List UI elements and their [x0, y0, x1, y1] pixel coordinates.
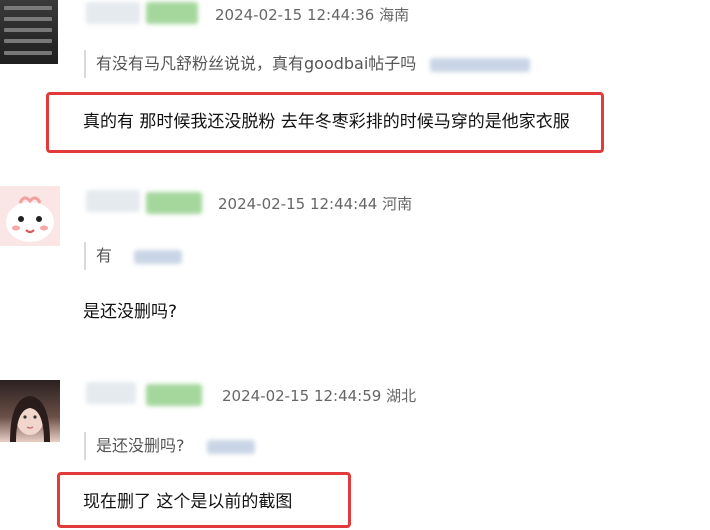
quoted-comment: 是还没删吗?	[84, 432, 255, 460]
user-badge-redacted	[146, 2, 198, 24]
username-redacted[interactable]	[86, 2, 140, 24]
quoted-username-redacted	[206, 439, 255, 454]
comment-meta: 2024-02-15 12:44:44 河南	[218, 193, 412, 214]
comment-timestamp: 2024-02-15 12:44:44	[218, 195, 378, 213]
quoted-comment: 有	[84, 242, 183, 270]
user-badge-redacted	[146, 384, 202, 406]
quoted-text: 有没有马凡舒粉丝说说，真有goodbai帖子吗	[96, 54, 417, 73]
comment-timestamp: 2024-02-15 12:44:59	[222, 387, 382, 405]
reply-text: 真的有 那时候我还没脱粉 去年冬枣彩排的时候马穿的是他家衣服	[83, 112, 570, 132]
comment-location: 海南	[379, 6, 410, 24]
comment-location: 湖北	[386, 387, 417, 405]
quoted-username-redacted	[134, 249, 183, 264]
comment-location: 河南	[382, 195, 413, 213]
quoted-comment: 有没有马凡舒粉丝说说，真有goodbai帖子吗	[84, 50, 531, 78]
quoted-username-redacted	[430, 57, 531, 72]
user-badge-redacted	[146, 192, 202, 214]
username-redacted[interactable]	[86, 190, 140, 212]
comment-timestamp: 2024-02-15 12:44:36	[215, 6, 375, 24]
comment-meta: 2024-02-15 12:44:36 海南	[215, 4, 409, 25]
reply-text: 是还没删吗?	[83, 302, 178, 322]
quoted-text: 有	[96, 246, 113, 265]
cartoon-avatar-icon[interactable]	[0, 186, 60, 246]
username-redacted[interactable]	[86, 382, 136, 404]
comment-meta: 2024-02-15 12:44:59 湖北	[222, 385, 416, 406]
reply-text: 现在删了 这个是以前的截图	[83, 492, 293, 512]
photo-avatar-icon[interactable]	[0, 380, 60, 442]
quoted-text: 是还没删吗?	[96, 436, 185, 455]
user-avatar-icon[interactable]	[0, 0, 58, 64]
